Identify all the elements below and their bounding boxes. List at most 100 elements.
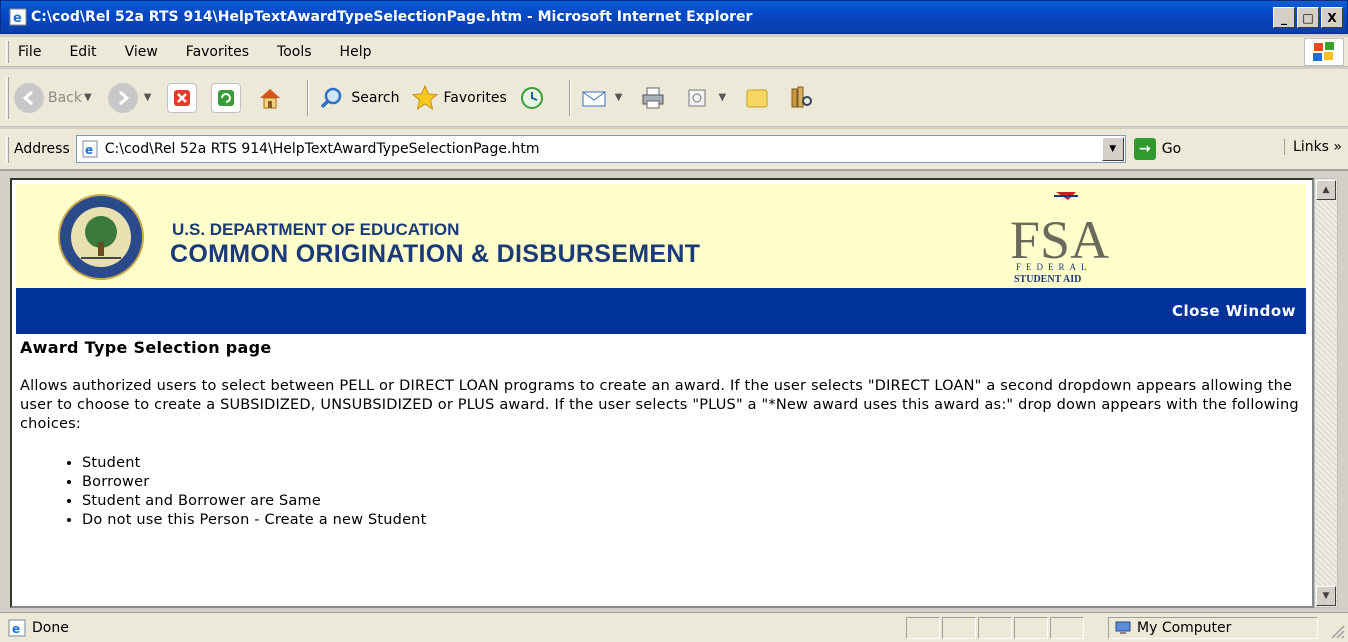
search-icon <box>317 83 347 113</box>
status-cell <box>1014 617 1048 639</box>
menu-help[interactable]: Help <box>336 44 376 60</box>
fsa-logo: FSA FEDERAL STUDENT AID <box>1010 192 1109 285</box>
zone-label: My Computer <box>1137 620 1232 636</box>
title-bar: e C:\cod\Rel 52a RTS 914\HelpTextAwardTy… <box>0 0 1348 34</box>
print-button[interactable] <box>638 83 672 113</box>
forward-button[interactable]: ▼ <box>107 82 158 113</box>
resize-grip-icon[interactable] <box>1328 622 1346 640</box>
fsa-logo-text: FSA <box>1010 210 1109 270</box>
toolbar-grip[interactable] <box>6 77 9 119</box>
status-text: Done <box>32 619 69 636</box>
standard-toolbar: Back ▼ ▼ Search Favorites ▼ ▼ <box>0 69 1348 127</box>
address-input[interactable]: e C:\cod\Rel 52a RTS 914\HelpTextAwardTy… <box>75 135 1126 163</box>
menu-bar: File Edit View Favorites Tools Help <box>0 37 1348 67</box>
department-seal-icon <box>58 194 144 280</box>
menu-view[interactable]: View <box>121 44 162 60</box>
menu-favorites[interactable]: Favorites <box>182 44 253 60</box>
edit-button[interactable]: ▼ <box>682 83 732 113</box>
toolbar-grip[interactable] <box>6 41 9 63</box>
cod-banner: U.S. DEPARTMENT OF EDUCATION COMMON ORIG… <box>16 184 1306 288</box>
links-label: Links <box>1293 139 1329 155</box>
links-button[interactable]: Links » <box>1284 139 1342 155</box>
fsa-logo-student-aid: STUDENT AID <box>1014 274 1081 285</box>
menu-tools[interactable]: Tools <box>273 44 316 60</box>
list-item: Borrower <box>82 473 1302 492</box>
research-button[interactable] <box>786 83 820 113</box>
scroll-up-icon[interactable]: ▲ <box>1316 180 1336 200</box>
minimize-button[interactable]: _ <box>1273 7 1295 28</box>
go-button[interactable]: → Go <box>1133 138 1182 160</box>
help-paragraph: Allows authorized users to select betwee… <box>20 378 1299 432</box>
list-item: Do not use this Person - Create a new St… <box>82 511 1302 530</box>
back-arrow-icon <box>14 82 44 113</box>
edit-dropdown-icon[interactable]: ▼ <box>718 92 726 103</box>
fsa-logo-federal: FEDERAL <box>1016 262 1092 272</box>
discuss-button[interactable] <box>742 83 776 113</box>
address-url: C:\cod\Rel 52a RTS 914\HelpTextAwardType… <box>104 141 540 157</box>
back-label: Back <box>48 89 82 106</box>
toolbar-separator <box>568 79 571 116</box>
maximize-button[interactable]: □ <box>1297 7 1319 28</box>
page-icon: e <box>82 140 98 158</box>
toolbar-separator <box>307 79 310 116</box>
svg-text:e: e <box>85 143 93 157</box>
my-computer-icon <box>1115 621 1131 634</box>
history-button[interactable] <box>517 83 551 113</box>
refresh-icon <box>211 82 242 113</box>
go-arrow-icon: → <box>1133 138 1156 160</box>
stop-button[interactable] <box>167 82 201 113</box>
mail-dropdown-icon[interactable]: ▼ <box>615 92 623 103</box>
status-cell <box>906 617 940 639</box>
search-label: Search <box>351 89 400 106</box>
home-icon <box>255 83 285 113</box>
favorites-label: Favorites <box>443 89 507 106</box>
list-item: Student <box>82 454 1302 473</box>
status-cells <box>906 617 1086 639</box>
security-zone: My Computer <box>1108 617 1318 639</box>
edit-page-icon <box>682 83 712 113</box>
back-dropdown-icon[interactable]: ▼ <box>84 92 92 103</box>
close-button[interactable]: X <box>1321 7 1343 28</box>
forward-dropdown-icon[interactable]: ▼ <box>144 92 152 103</box>
address-label: Address <box>14 141 70 157</box>
back-button[interactable]: Back ▼ <box>14 82 98 113</box>
mail-icon <box>579 83 609 113</box>
page-title: Award Type Selection page <box>20 338 272 357</box>
toolbar-grip[interactable] <box>6 137 9 163</box>
vertical-scrollbar[interactable]: ▲ ▼ <box>1314 178 1338 608</box>
list-item: Student and Borrower are Same <box>82 492 1302 511</box>
page-done-icon: e <box>8 619 26 636</box>
home-button[interactable] <box>255 83 289 113</box>
status-cell <box>1050 617 1084 639</box>
mail-button[interactable]: ▼ <box>579 83 629 113</box>
system-name: COMMON ORIGINATION & DISBURSEMENT <box>170 240 701 268</box>
windows-logo-icon <box>1304 38 1344 66</box>
svg-text:e: e <box>12 622 20 636</box>
research-book-icon <box>786 83 816 113</box>
history-icon <box>517 83 547 113</box>
help-content: Award Type Selection page Allows authori… <box>16 338 1306 530</box>
department-name: U.S. DEPARTMENT OF EDUCATION <box>172 220 460 239</box>
go-label: Go <box>1161 141 1182 157</box>
address-dropdown-icon[interactable]: ▼ <box>1101 137 1124 161</box>
menu-file[interactable]: File <box>14 44 45 60</box>
address-bar: Address e C:\cod\Rel 52a RTS 914\HelpTex… <box>0 129 1348 171</box>
page-viewport: U.S. DEPARTMENT OF EDUCATION COMMON ORIG… <box>10 178 1314 608</box>
window-title: C:\cod\Rel 52a RTS 914\HelpTextAwardType… <box>31 9 753 25</box>
star-icon <box>410 83 440 113</box>
status-bar: e Done My Computer <box>0 612 1348 642</box>
ie-icon: e <box>9 8 27 26</box>
stop-icon <box>167 82 198 113</box>
printer-icon <box>638 83 668 113</box>
menu-edit[interactable]: Edit <box>65 44 100 60</box>
search-button[interactable]: Search <box>317 83 400 113</box>
favorites-button[interactable]: Favorites <box>410 83 507 113</box>
status-cell <box>978 617 1012 639</box>
refresh-button[interactable] <box>211 82 245 113</box>
status-cell <box>942 617 976 639</box>
svg-text:e: e <box>13 11 22 26</box>
choices-list: Student Borrower Student and Borrower ar… <box>20 454 1302 530</box>
close-window-link[interactable]: Close Window <box>1172 302 1296 320</box>
nav-bar: Close Window <box>16 288 1306 334</box>
scroll-down-icon[interactable]: ▼ <box>1316 586 1336 606</box>
